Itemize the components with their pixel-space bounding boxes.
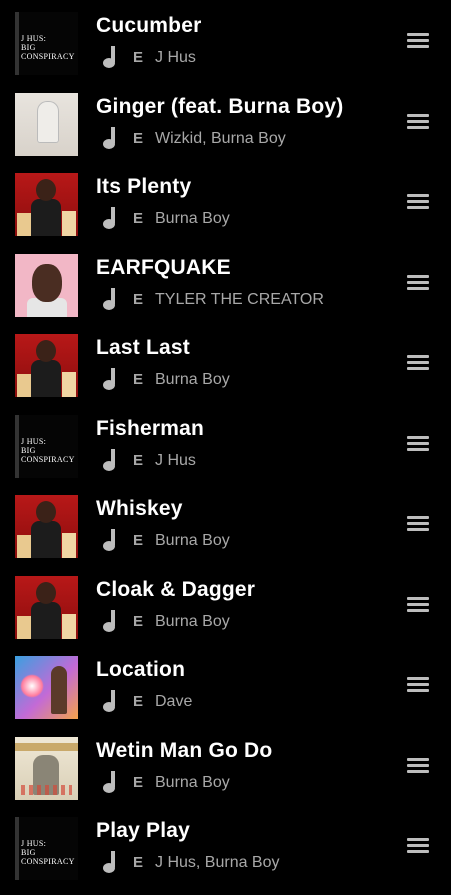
track-title: Cloak & Dagger [96, 578, 256, 601]
album-cover [15, 93, 78, 156]
track-artist: J Hus [155, 452, 196, 469]
track-title: Last Last [96, 336, 190, 359]
music-note-icon [103, 610, 115, 632]
track-title: Whiskey [96, 497, 183, 520]
music-note-icon [103, 851, 115, 873]
explicit-badge: E [133, 130, 144, 147]
queue-list: J HUS: BIG CONSPIRACY Cucumber E J Hus Gin… [0, 0, 451, 895]
track-row[interactable]: Location E Dave [0, 644, 451, 724]
music-note-icon [103, 690, 115, 712]
album-cover [15, 173, 78, 236]
track-title: Cucumber [96, 14, 202, 37]
album-cover [15, 495, 78, 558]
music-note-icon [103, 127, 115, 149]
track-title: Wetin Man Go Do [96, 739, 273, 762]
drag-handle-icon[interactable] [407, 597, 429, 615]
track-row[interactable]: EARFQUAKE E TYLER THE CREATOR [0, 242, 451, 322]
music-note-icon [103, 288, 115, 310]
drag-handle-icon[interactable] [407, 355, 429, 373]
explicit-badge: E [133, 693, 144, 710]
album-cover: J HUS: BIG CONSPIRACY [15, 415, 78, 478]
track-row[interactable]: J HUS: BIG CONSPIRACY Play Play E J Hus, B… [0, 805, 451, 885]
track-row[interactable]: Cloak & Dagger E Burna Boy [0, 564, 451, 644]
track-title: EARFQUAKE [96, 256, 231, 279]
explicit-badge: E [133, 452, 144, 469]
explicit-badge: E [133, 613, 144, 630]
drag-handle-icon[interactable] [407, 758, 429, 776]
track-artist: J Hus, Burna Boy [155, 854, 280, 871]
track-row[interactable]: Its Plenty E Burna Boy [0, 161, 451, 241]
drag-handle-icon[interactable] [407, 436, 429, 454]
music-note-icon [103, 207, 115, 229]
track-artist: Burna Boy [155, 210, 230, 227]
album-cover [15, 656, 78, 719]
drag-handle-icon[interactable] [407, 677, 429, 695]
track-row[interactable]: Whiskey E Burna Boy [0, 483, 451, 563]
music-note-icon [103, 449, 115, 471]
track-row[interactable]: J HUS: BIG CONSPIRACY Fisherman E J Hus [0, 403, 451, 483]
track-artist: J Hus [155, 49, 196, 66]
track-row[interactable]: J HUS: BIG CONSPIRACY Cucumber E J Hus [0, 0, 451, 80]
explicit-badge: E [133, 49, 144, 66]
explicit-badge: E [133, 532, 144, 549]
track-row[interactable]: Last Last E Burna Boy [0, 322, 451, 402]
music-note-icon [103, 529, 115, 551]
drag-handle-icon[interactable] [407, 114, 429, 132]
track-row[interactable]: Ginger (feat. Burna Boy) E Wizkid, Burna… [0, 81, 451, 161]
drag-handle-icon[interactable] [407, 275, 429, 293]
music-note-icon [103, 46, 115, 68]
track-artist: Burna Boy [155, 613, 230, 630]
track-title: Fisherman [96, 417, 204, 440]
album-cover: J HUS: BIG CONSPIRACY [15, 817, 78, 880]
album-cover [15, 254, 78, 317]
drag-handle-icon[interactable] [407, 33, 429, 51]
explicit-badge: E [133, 291, 144, 308]
track-title: Its Plenty [96, 175, 192, 198]
track-artist: Burna Boy [155, 774, 230, 791]
drag-handle-icon[interactable] [407, 194, 429, 212]
track-title: Ginger (feat. Burna Boy) [96, 95, 344, 118]
explicit-badge: E [133, 854, 144, 871]
music-note-icon [103, 368, 115, 390]
track-artist: Dave [155, 693, 193, 710]
track-artist: Burna Boy [155, 371, 230, 388]
track-title: Location [96, 658, 186, 681]
album-cover [15, 737, 78, 800]
drag-handle-icon[interactable] [407, 516, 429, 534]
album-cover [15, 576, 78, 639]
music-note-icon [103, 771, 115, 793]
album-cover [15, 334, 78, 397]
album-cover: J HUS: BIG CONSPIRACY [15, 12, 78, 75]
drag-handle-icon[interactable] [407, 838, 429, 856]
track-artist: TYLER THE CREATOR [155, 291, 324, 308]
explicit-badge: E [133, 774, 144, 791]
explicit-badge: E [133, 371, 144, 388]
track-artist: Burna Boy [155, 532, 230, 549]
track-artist: Wizkid, Burna Boy [155, 130, 286, 147]
track-row[interactable]: Wetin Man Go Do E Burna Boy [0, 725, 451, 805]
track-title: Play Play [96, 819, 191, 842]
explicit-badge: E [133, 210, 144, 227]
